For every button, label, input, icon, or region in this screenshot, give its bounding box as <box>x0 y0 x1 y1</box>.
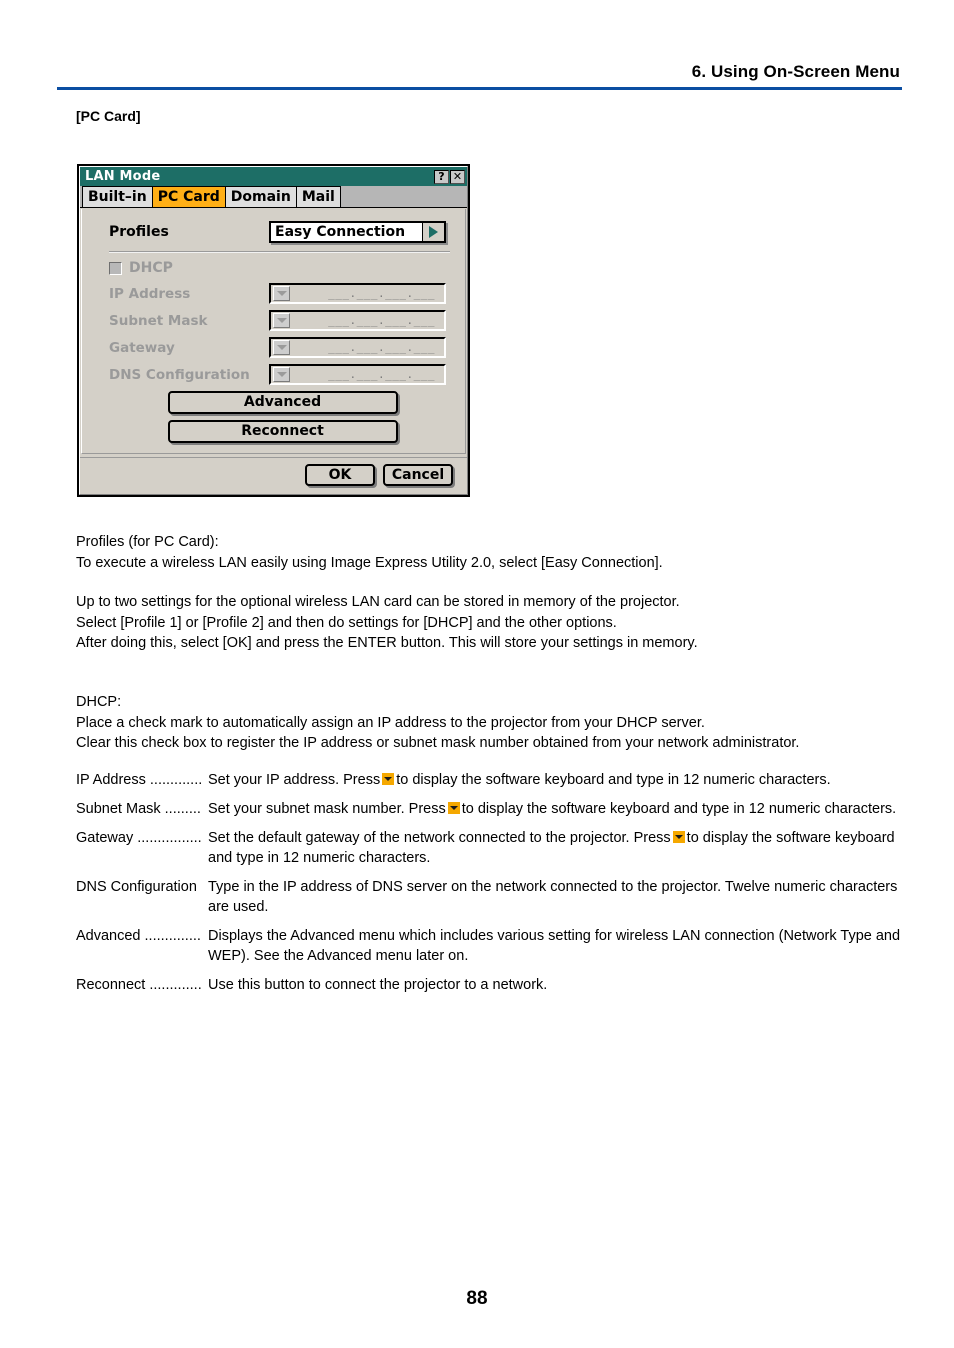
definition-term: DNS Configuration <box>76 879 197 895</box>
profiles-label: Profiles <box>109 224 169 240</box>
definition-term: IP Address ............. <box>76 772 203 788</box>
dns-configuration-input[interactable]: ___.___.___.___ <box>269 364 446 385</box>
subnet-mask-label: Subnet Mask <box>109 312 208 329</box>
dns-configuration-value: ___.___.___.___ <box>328 368 435 381</box>
dropdown-arrow-icon <box>382 773 395 785</box>
chevron-down-icon[interactable] <box>273 313 290 328</box>
dns-configuration-row: DNS Configuration ___.___.___.___ <box>91 364 456 385</box>
definition-term: Reconnect ............. <box>76 977 202 993</box>
gateway-value: ___.___.___.___ <box>328 341 435 354</box>
definition-desc-before: Set the default gateway of the network c… <box>208 830 671 846</box>
subnet-mask-row: Subnet Mask ___.___.___.___ <box>91 310 456 331</box>
paragraph-memory: Up to two settings for the optional wire… <box>76 592 698 654</box>
chapter-title: 6. Using On-Screen Menu <box>691 62 900 81</box>
definition-row: Reconnect ............. Use this button … <box>76 975 916 995</box>
help-icon[interactable]: ? <box>434 169 449 184</box>
dialog-inner-frame: LAN Mode ? ✕ Built–in PC Card Domain Mai… <box>79 166 468 495</box>
profiles-row: Profiles Easy Connection <box>91 219 456 249</box>
dialog-footer: OK Cancel <box>80 457 467 494</box>
chevron-right-icon[interactable] <box>422 223 444 241</box>
definition-description: Set your subnet mask number. Press to dis… <box>208 799 916 819</box>
definition-description: Set your IP address. Press to display the… <box>208 770 916 790</box>
dhcp-line-3: Clear this check box to register the IP … <box>76 735 800 751</box>
section-divider <box>109 251 450 253</box>
profiles-desc-line: To execute a wireless LAN easily using I… <box>76 554 663 571</box>
ip-address-input[interactable]: ___.___.___.___ <box>269 283 446 304</box>
chevron-down-icon[interactable] <box>273 286 290 301</box>
chevron-down-icon[interactable] <box>273 340 290 355</box>
gateway-input[interactable]: ___.___.___.___ <box>269 337 446 358</box>
definition-desc-after: to display the software keyboard and typ… <box>461 801 897 817</box>
profiles-heading-line: Profiles (for PC Card): <box>76 534 219 550</box>
dhcp-heading-line: DHCP: <box>76 694 122 710</box>
page-header: 6. Using On-Screen Menu <box>57 62 902 90</box>
definition-desc-after: to display the software keyboard and typ… <box>396 772 831 788</box>
dialog-tabstrip: Built–in PC Card Domain Mail <box>80 186 467 208</box>
memory-line-2: Select [Profile 1] or [Profile 2] and th… <box>76 614 617 631</box>
dhcp-label: DHCP <box>129 260 173 276</box>
page-number: 88 <box>466 1288 488 1309</box>
definition-row: Subnet Mask ......... Set your subnet ma… <box>76 799 916 819</box>
tab-pc-card[interactable]: PC Card <box>151 186 226 207</box>
ok-button[interactable]: OK <box>305 464 375 486</box>
dialog-title: LAN Mode <box>85 169 161 184</box>
tab-domain[interactable]: Domain <box>224 186 297 207</box>
action-buttons: Advanced Reconnect <box>91 391 456 443</box>
definition-description: Displays the Advanced menu which include… <box>208 928 901 964</box>
cancel-button[interactable]: Cancel <box>383 464 453 486</box>
gateway-label: Gateway <box>109 339 175 356</box>
definition-row: IP Address ............. Set your IP add… <box>76 770 916 790</box>
paragraph-profiles: Profiles (for PC Card): To execute a wir… <box>76 532 663 573</box>
definition-description: Set the default gateway of the network c… <box>208 828 916 868</box>
definition-description: Use this button to connect the projector… <box>208 977 548 993</box>
definition-row: Advanced .............. Displays the Adv… <box>76 926 916 966</box>
header-rule <box>57 87 902 90</box>
ip-address-row: IP Address ___.___.___.___ <box>91 283 456 304</box>
subnet-mask-input[interactable]: ___.___.___.___ <box>269 310 446 331</box>
definition-term: Subnet Mask ......... <box>76 801 201 817</box>
dropdown-arrow-icon <box>672 831 685 843</box>
tab-mail[interactable]: Mail <box>295 186 341 207</box>
memory-line-3: After doing this, select [OK] and press … <box>76 635 698 651</box>
section-label: [PC Card] <box>76 108 141 124</box>
definition-list: IP Address ............. Set your IP add… <box>76 770 916 1004</box>
gateway-row: Gateway ___.___.___.___ <box>91 337 456 358</box>
definition-term: Advanced .............. <box>76 928 201 944</box>
profiles-value: Easy Connection <box>275 224 406 240</box>
dialog-titlebar: LAN Mode ? ✕ <box>80 167 467 186</box>
paragraph-dhcp: DHCP: Place a check mark to automaticall… <box>76 692 799 754</box>
ip-address-label: IP Address <box>109 285 191 302</box>
tab-built-in[interactable]: Built–in <box>82 186 153 207</box>
profiles-select[interactable]: Easy Connection <box>269 221 446 243</box>
definition-description: Type in the IP address of DNS server on … <box>208 879 898 915</box>
definition-desc-before: Set your subnet mask number. Press <box>208 801 446 817</box>
dns-configuration-label: DNS Configuration <box>109 366 250 383</box>
definition-desc-before: Set your IP address. Press <box>208 772 381 788</box>
definition-row: DNS Configuration Type in the IP address… <box>76 877 916 917</box>
dialog-body: Profiles Easy Connection DHCP IP Address… <box>81 209 466 454</box>
ip-address-value: ___.___.___.___ <box>328 287 435 300</box>
subnet-mask-value: ___.___.___.___ <box>328 314 435 327</box>
definition-row: Gateway ................ Set the default… <box>76 828 916 868</box>
dhcp-row[interactable]: DHCP <box>91 260 456 276</box>
dhcp-line-2: Place a check mark to automatically assi… <box>76 714 705 731</box>
close-icon[interactable]: ✕ <box>450 169 465 184</box>
advanced-button[interactable]: Advanced <box>167 391 398 414</box>
definition-term: Gateway ................ <box>76 830 202 846</box>
dhcp-checkbox[interactable] <box>109 261 122 275</box>
reconnect-button[interactable]: Reconnect <box>167 420 398 443</box>
memory-line-1: Up to two settings for the optional wire… <box>76 594 680 610</box>
lan-mode-dialog: LAN Mode ? ✕ Built–in PC Card Domain Mai… <box>77 164 470 497</box>
chevron-down-icon[interactable] <box>273 367 290 382</box>
dropdown-arrow-icon <box>447 802 460 814</box>
